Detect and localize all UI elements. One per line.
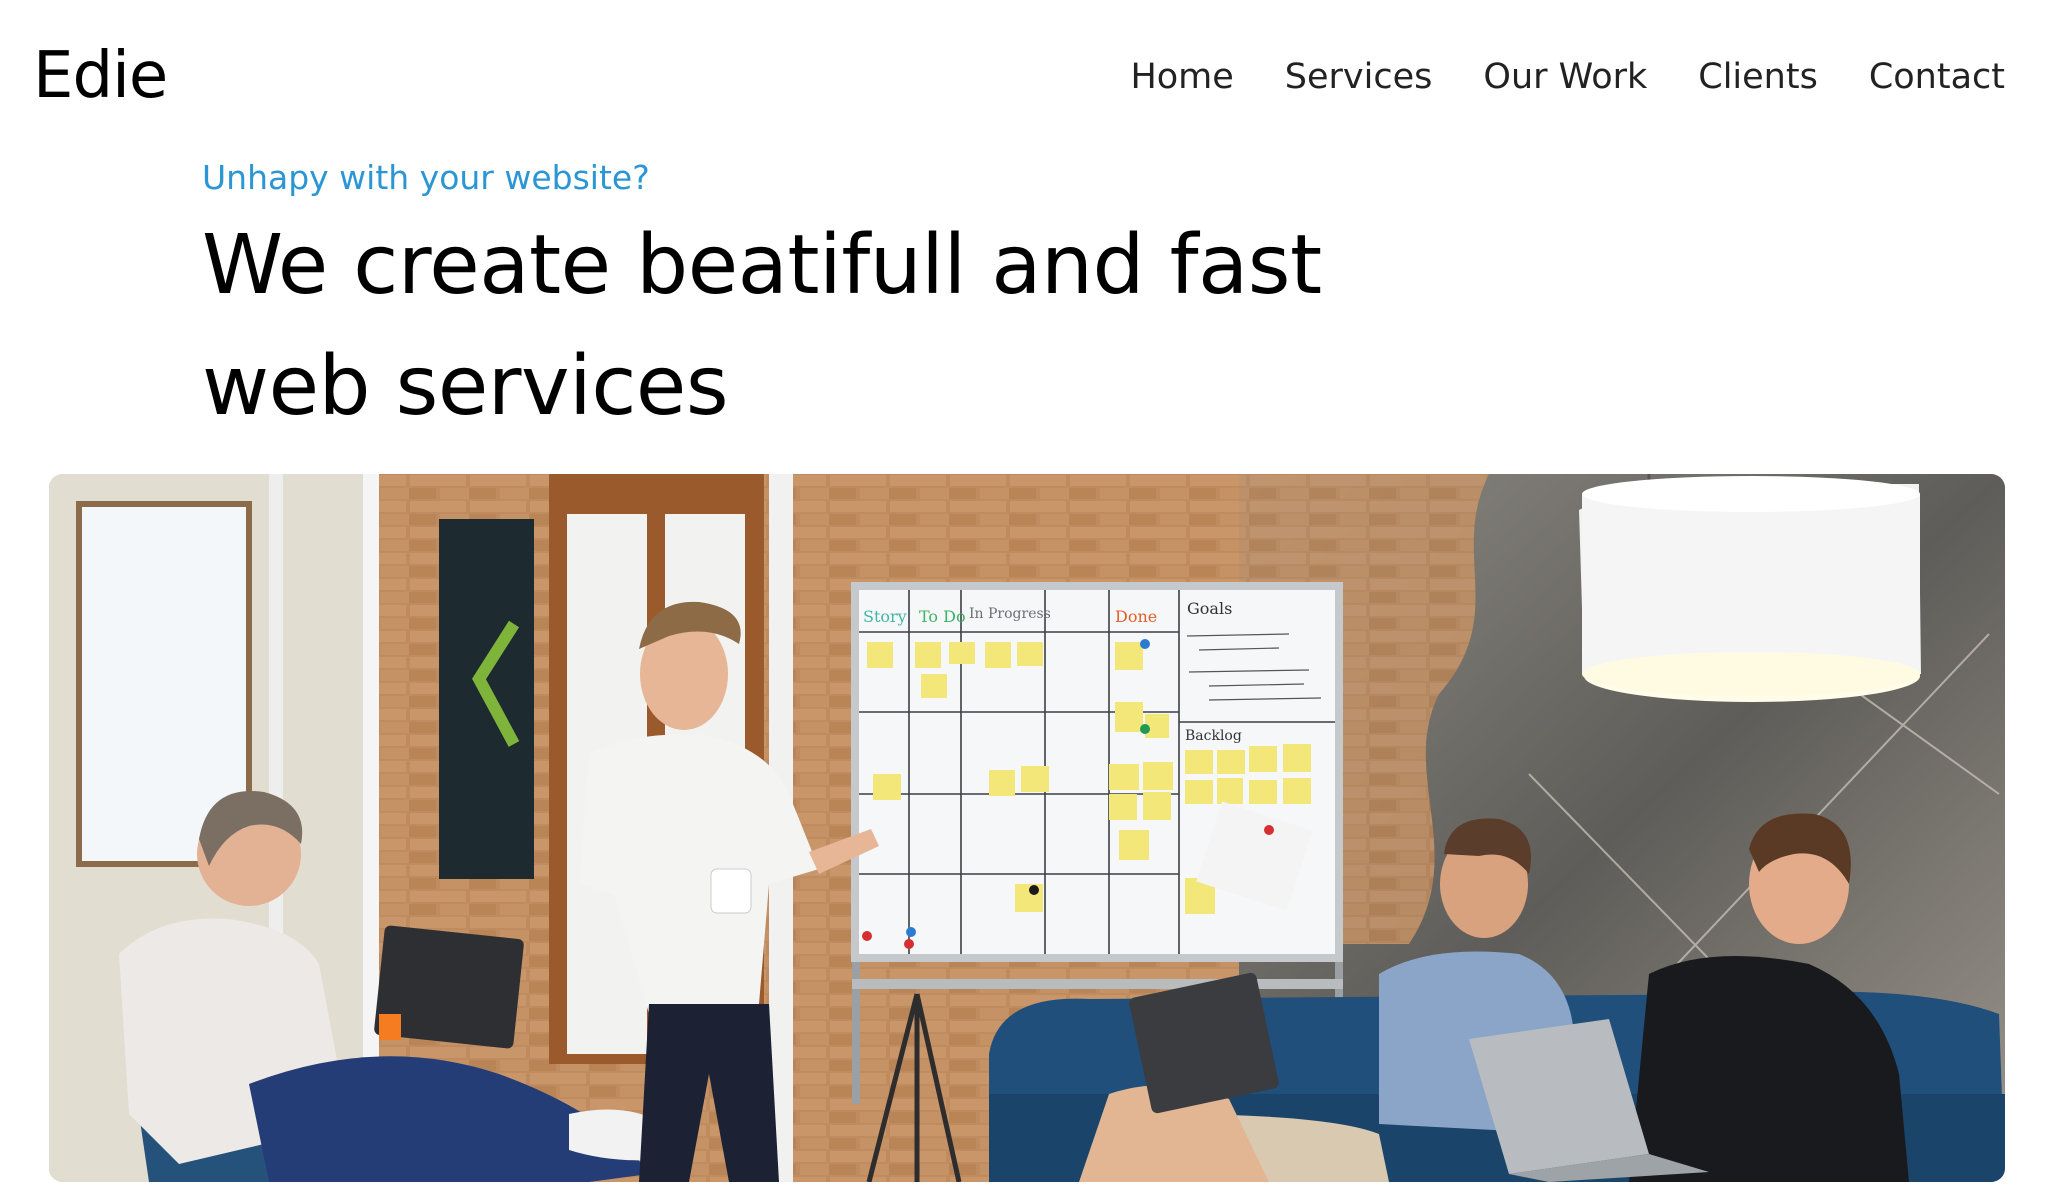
board-column-todo: To Do [919, 607, 966, 626]
site-header: Edie Home Services Our Work Clients Cont… [0, 0, 2048, 150]
hero-image: Story To Do In Progress Done Goals Backl… [49, 474, 2005, 1182]
hero-headline: We create beatifull and fast web service… [202, 205, 1602, 447]
site-logo[interactable]: Edie [33, 44, 168, 108]
board-backlog-label: Backlog [1185, 728, 1242, 744]
board-column-in-progress: In Progress [969, 606, 1051, 622]
team-meeting-photo: Story To Do In Progress Done Goals Backl… [49, 474, 2005, 1182]
nav-link-services[interactable]: Services [1285, 60, 1433, 95]
nav-link-contact[interactable]: Contact [1869, 60, 2005, 95]
nav-link-home[interactable]: Home [1130, 60, 1233, 95]
hero-headline-line-2: web services [202, 339, 729, 434]
board-column-story: Story [863, 607, 907, 626]
board-column-goals: Goals [1187, 599, 1232, 618]
nav-link-our-work[interactable]: Our Work [1483, 60, 1647, 95]
hero-eyebrow: Unhapy with your website? [202, 158, 650, 197]
nav-link-clients[interactable]: Clients [1698, 60, 1818, 95]
main-nav: Home Services Our Work Clients Contact [1130, 60, 2005, 95]
hero-headline-line-1: We create beatifull and fast [202, 218, 1322, 313]
board-column-done: Done [1115, 607, 1157, 626]
